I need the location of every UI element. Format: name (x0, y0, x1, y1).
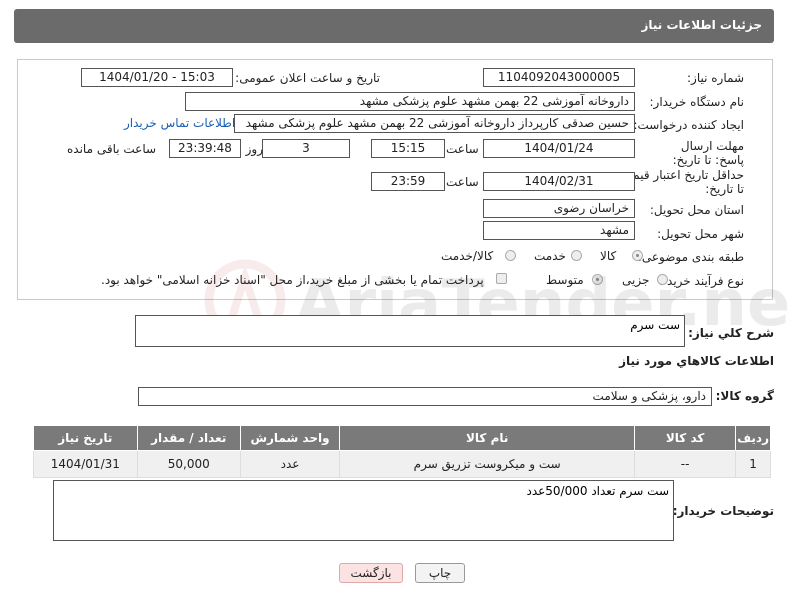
print-button[interactable]: چاپ (415, 563, 465, 583)
col-header-date: تاریخ نیاز (33, 425, 138, 451)
cell-date: 1404/01/31 (33, 450, 138, 478)
buyer-notes-label: توضیحات خریدار: (672, 504, 774, 518)
province-field: خراسان رضوی (483, 199, 635, 218)
contact-buyer-link[interactable]: اطلاعات تماس خریدار (124, 116, 235, 130)
buyer-org-field: داروخانه آموزشی 22 بهمن مشهد علوم پزشکی … (185, 92, 635, 111)
goods-section-title: اطلاعات کالاهاي مورد نياز (619, 354, 774, 368)
validity-time-label: ساعت (446, 175, 479, 189)
summary-textarea[interactable]: ست سرم (135, 315, 685, 347)
back-button[interactable]: بازگشت (339, 563, 403, 583)
announce-datetime-field: 1404/01/20 - 15:03 (81, 68, 233, 87)
summary-label: شرح کلي نياز: (688, 326, 774, 340)
validity-time-field: 23:59 (371, 172, 445, 191)
col-header-quantity: تعداد / مقدار (136, 425, 241, 451)
province-label: استان محل تحویل: (649, 203, 744, 217)
col-header-unit: واحد شمارش (239, 425, 341, 451)
buyer-notes-textarea[interactable]: ست سرم تعداد 50/000عدد (53, 480, 674, 541)
creator-field: حسین صدقی کارپرداز داروخانه آموزشی 22 به… (234, 114, 635, 133)
city-label: شهر محل تحویل: (657, 227, 744, 241)
col-header-row: ردیف (735, 425, 771, 451)
remaining-time-field: 23:39:48 (169, 139, 241, 158)
need-number-label: شماره نیاز: (687, 71, 744, 85)
cell-row: 1 (735, 450, 771, 478)
items-table: ردیف کد کالا نام کالا واحد شمارش تعداد /… (33, 425, 771, 478)
cell-code: -- (634, 450, 737, 478)
city-field: مشهد (483, 221, 635, 240)
cell-name: ست و میکروست تزریق سرم (339, 450, 636, 478)
buyer-org-label: نام دستگاه خریدار: (649, 95, 745, 109)
col-header-name: نام کالا (339, 425, 636, 451)
page-header: جزئیات اطلاعات نیاز (14, 9, 774, 43)
validity-date-field: 1404/02/31 (483, 172, 635, 191)
deadline-time-label: ساعت (446, 142, 479, 156)
deadline-date-field: 1404/01/24 (483, 139, 635, 158)
remaining-time-label: ساعت باقی مانده (67, 142, 157, 156)
deadline-label: مهلت ارسال پاسخ: تا تاریخ: (672, 139, 744, 167)
col-header-code: کد کالا (634, 425, 737, 451)
page-title: جزئیات اطلاعات نیاز (641, 18, 762, 32)
cell-unit: عدد (239, 450, 341, 478)
table-header-row: ردیف کد کالا نام کالا واحد شمارش تعداد /… (33, 425, 771, 451)
goods-group-label: گروه کالا: (715, 389, 774, 403)
table-row: 1 -- ست و میکروست تزریق سرم عدد 50,000 1… (33, 450, 771, 478)
cell-quantity: 50,000 (136, 450, 241, 478)
days-field: 3 (262, 139, 350, 158)
deadline-time-field: 15:15 (371, 139, 445, 158)
goods-group-field: دارو، پزشکی و سلامت (138, 387, 712, 406)
announce-label: تاریخ و ساعت اعلان عمومی: (235, 71, 380, 85)
creator-label: ایجاد کننده درخواست: (633, 118, 744, 132)
need-number-field: 1104092043000005 (483, 68, 635, 87)
